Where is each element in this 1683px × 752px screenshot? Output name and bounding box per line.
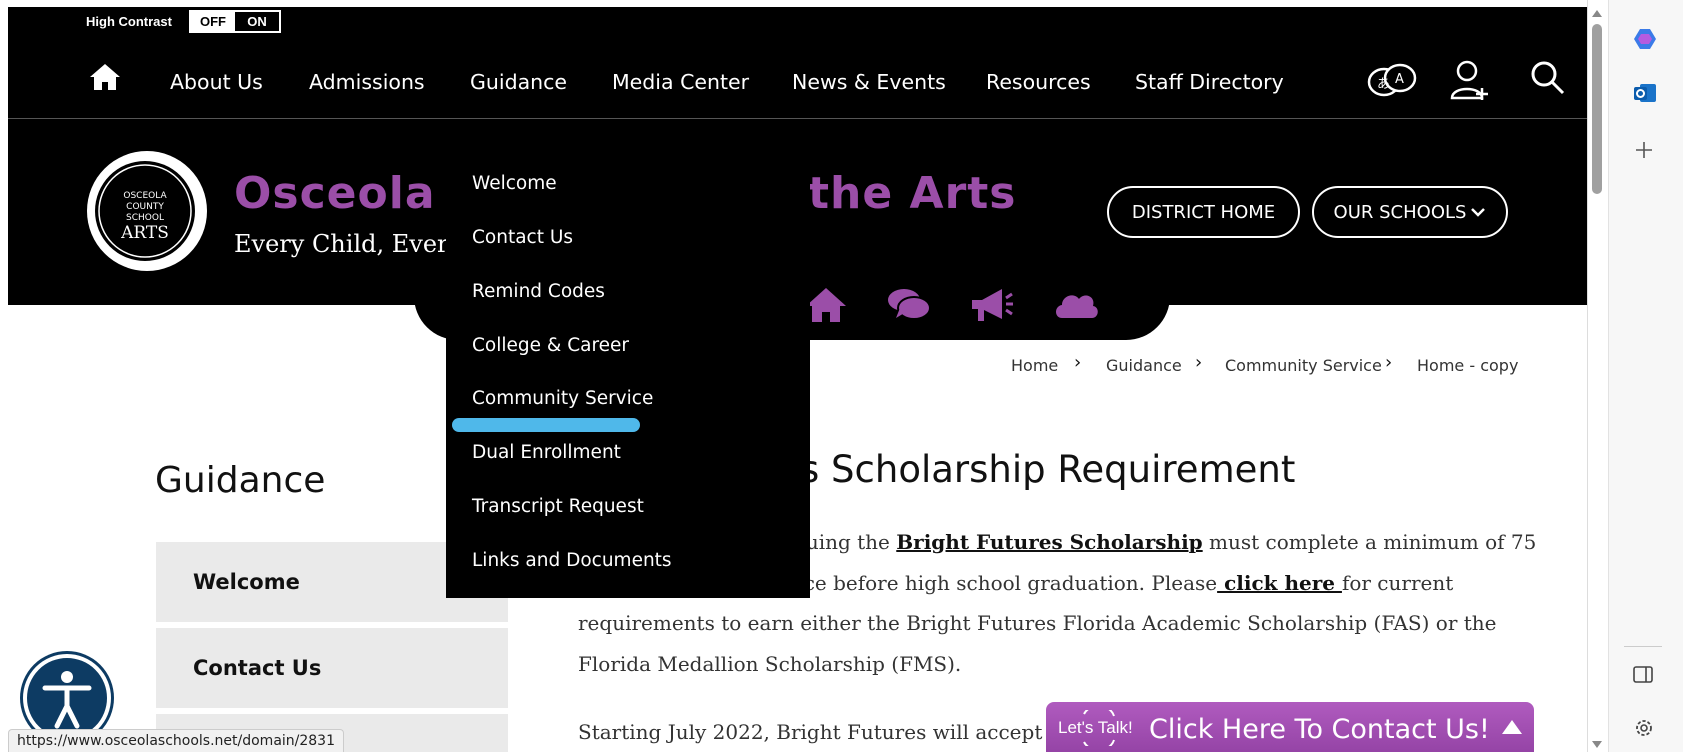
high-contrast-off[interactable]: OFF [191,12,235,31]
article-title: s Scholarship Requirement [800,448,1296,491]
svg-text:あ: あ [1377,77,1390,92]
annotation-highlight [452,418,640,432]
quick-chat-link[interactable] [886,286,932,328]
svg-text:SCHOOL: SCHOOL [126,213,164,223]
nav-guidance[interactable]: Guidance [470,70,567,94]
lets-talk-badge: Let's Talk! [1058,718,1133,737]
text-segment: must complete a minimum of 75 [1202,530,1537,554]
plus-icon [1636,142,1652,158]
menu-item-links-documents[interactable]: Links and Documents [472,550,672,571]
logo-icon: OSCEOLA COUNTY SCHOOL ARTS [87,151,207,271]
guidance-dropdown-menu [446,160,810,598]
svg-text:OSCEOLA: OSCEOLA [123,191,167,201]
bright-futures-link[interactable]: Bright Futures Scholarship [896,530,1202,554]
sidebar-item-label: Welcome [193,570,300,594]
chevron-right-icon: › [1195,352,1203,373]
outlook-icon [1634,84,1656,102]
text-segment: vice before high school graduation. Plea… [786,571,1218,595]
breadcrumb-community-service[interactable]: Community Service [1225,356,1382,375]
nav-news-events[interactable]: News & Events [792,70,946,94]
megaphone-icon [972,289,1013,321]
contact-text[interactable]: Click Here To Contact Us! [1149,714,1490,745]
add-button[interactable] [1632,138,1656,166]
nav-admissions[interactable]: Admissions [309,70,425,94]
hide-sidebar-button[interactable] [1632,665,1654,689]
nav-home-button[interactable] [88,62,122,96]
nav-resources[interactable]: Resources [986,70,1091,94]
outlook-button[interactable] [1632,80,1658,110]
search-icon [1531,61,1565,95]
accessibility-icon [42,671,92,729]
cloud-icon [1056,295,1098,318]
article-line-5: Starting July 2022, Bright Futures will … [578,720,1080,744]
chevron-up-icon[interactable] [1500,718,1524,736]
chat-icon [888,289,931,320]
article-line-1: rsuing the Bright Futures Scholarship mu… [786,530,1536,554]
high-contrast-toggle[interactable]: OFF ON [189,10,281,33]
copilot-button[interactable] [1632,26,1658,56]
menu-item-dual-enrollment[interactable]: Dual Enrollment [472,442,621,463]
home-icon [90,64,120,90]
menu-item-transcript-request[interactable]: Transcript Request [472,496,644,517]
nav-staff-directory[interactable]: Staff Directory [1135,70,1284,94]
district-home-label: DISTRICT HOME [1131,201,1276,223]
article-line-2: vice before high school graduation. Plea… [786,571,1453,595]
scrollbar-thumb[interactable] [1592,24,1602,194]
svg-text:ARTS: ARTS [120,223,169,243]
menu-item-contact-us[interactable]: Contact Us [472,227,573,248]
sidebar-settings-button[interactable] [1632,716,1656,744]
scroll-up-icon[interactable] [1591,8,1603,18]
breadcrumb-home[interactable]: Home [1011,356,1058,375]
nav-about-us[interactable]: About Us [170,70,263,94]
school-name-end: the Arts [808,168,1017,219]
page: High Contrast OFF ON About Us Admissions… [0,0,1683,752]
svg-text:COUNTY: COUNTY [126,202,164,212]
home-icon [806,288,846,322]
high-contrast-on[interactable]: ON [235,12,279,31]
sidebar-divider [1624,646,1662,647]
user-add-button[interactable] [1449,58,1491,106]
status-url: https://www.osceolaschools.net/domain/28… [8,729,345,752]
district-home-button[interactable]: DISTRICT HOME [1107,186,1300,238]
breadcrumb-guidance[interactable]: Guidance [1106,356,1182,375]
chevron-right-icon: › [1074,352,1082,373]
panel-icon [1633,666,1653,683]
text-segment: for current [1341,571,1454,595]
menu-item-welcome[interactable]: Welcome [472,173,557,194]
school-logo[interactable]: OSCEOLA COUNTY SCHOOL ARTS [85,146,211,276]
user-add-icon [1450,60,1488,100]
translate-icon: あ A [1367,63,1417,97]
scroll-down-icon[interactable] [1591,740,1603,750]
chevron-down-icon [1471,208,1486,217]
menu-item-college-career[interactable]: College & Career [472,335,629,356]
sidebar-item-contact-us[interactable]: Contact Us [156,628,508,708]
quick-announcements-link[interactable] [968,286,1014,330]
our-schools-label: OUR SCHOOLS [1333,201,1467,223]
chevron-right-icon: › [1385,352,1393,373]
menu-item-remind-codes[interactable]: Remind Codes [472,281,605,302]
search-button[interactable] [1529,58,1567,102]
svg-text:A: A [1395,72,1404,87]
article-line-3: requirements to earn either the Bright F… [578,611,1497,635]
settings-icon [1636,720,1652,736]
translate-button[interactable]: あ A [1366,58,1418,106]
article-line-4: Florida Medallion Scholarship (FMS). [578,652,962,676]
menu-item-community-service[interactable]: Community Service [472,388,653,409]
our-schools-button[interactable]: OUR SCHOOLS [1312,186,1508,238]
browser-sidebar [1608,0,1683,752]
breadcrumb-current: Home - copy [1417,356,1519,375]
high-contrast-label: High Contrast [86,14,172,29]
copilot-icon [1634,29,1656,49]
quick-home-link[interactable] [804,286,848,328]
nav-media-center[interactable]: Media Center [612,70,749,94]
click-here-link[interactable]: click here [1217,571,1342,595]
sidebar-title: Guidance [155,460,326,501]
school-tagline: Every Child, Every ( [234,230,480,258]
sidebar-item-label: Contact Us [193,656,322,680]
quick-cloud-link[interactable] [1052,286,1100,326]
